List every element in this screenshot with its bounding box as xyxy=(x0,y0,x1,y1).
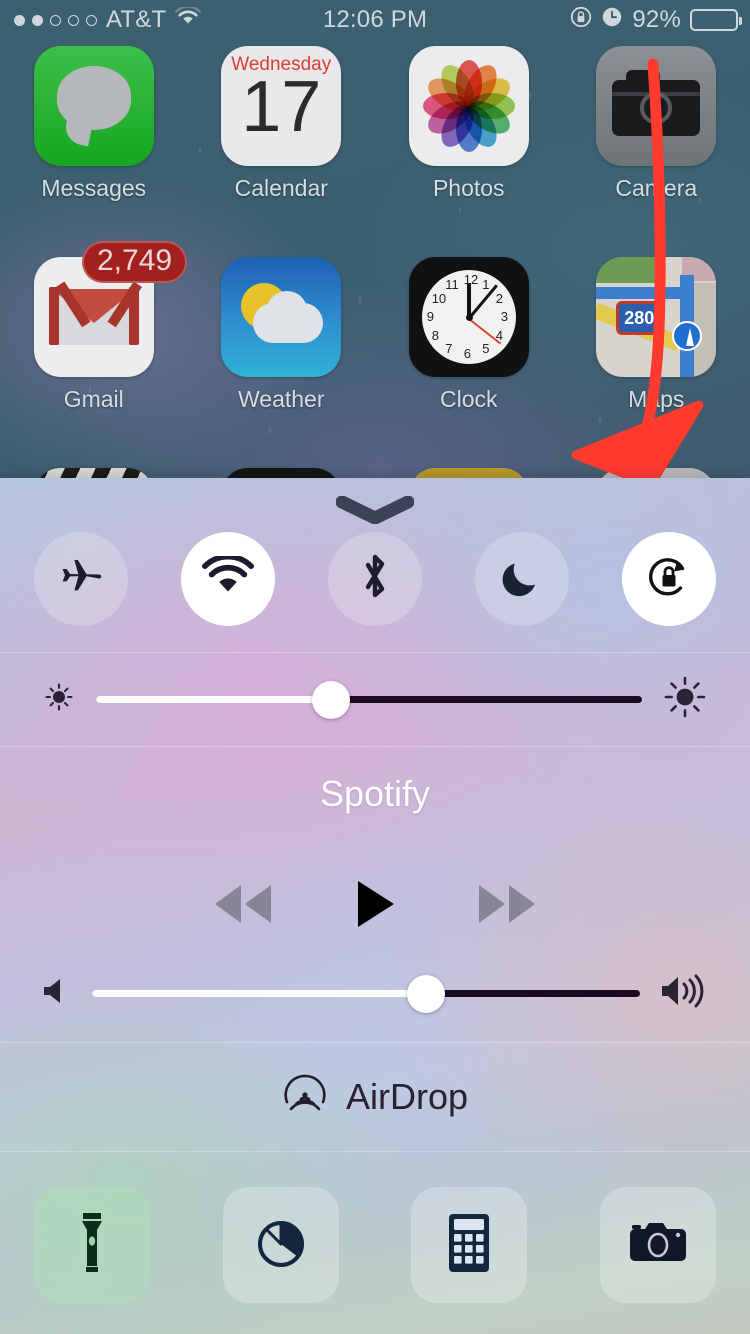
airplane-mode-toggle[interactable] xyxy=(34,532,128,626)
now-playing-title: Spotify xyxy=(319,773,431,814)
maps-icon[interactable]: 280 xyxy=(596,257,717,377)
badge-count: 2,749 xyxy=(82,241,188,283)
calculator-icon xyxy=(447,1212,491,1279)
app-label: Camera xyxy=(615,175,698,201)
wifi-toggle[interactable] xyxy=(181,532,275,626)
app-label: Messages xyxy=(41,175,147,201)
fast-forward-button[interactable] xyxy=(470,881,544,932)
timer-icon xyxy=(253,1215,309,1276)
brightness-high-icon xyxy=(660,672,710,727)
do-not-disturb-toggle[interactable] xyxy=(475,532,569,626)
control-center-panel: Spotify AirDrop xyxy=(0,478,750,1334)
app-row: 2,749 Gmail Weather 1 2 3 4 5 6 7 8 9 10 11 12 Cloc… xyxy=(0,241,750,413)
wifi-icon xyxy=(202,553,254,603)
play-button[interactable] xyxy=(352,878,398,935)
camera-icon xyxy=(627,1217,689,1274)
app-label: Calendar xyxy=(234,175,328,201)
rotation-lock-icon xyxy=(644,552,694,607)
app-calendar[interactable]: Wednesday 17 Calendar xyxy=(188,46,376,202)
moon-icon xyxy=(499,554,545,605)
rewind-button[interactable] xyxy=(206,881,280,932)
photos-icon[interactable] xyxy=(408,46,529,166)
camera-button[interactable] xyxy=(599,1187,716,1303)
airdrop-label: AirDrop xyxy=(345,1076,469,1117)
volume-mute-icon xyxy=(40,974,74,1013)
clock-time: 12:06 PM xyxy=(322,6,428,33)
bluetooth-icon xyxy=(358,551,392,608)
app-photos[interactable]: Photos xyxy=(375,46,563,202)
volume-slider-row xyxy=(0,971,750,1016)
carrier-label: AT&T xyxy=(106,6,167,33)
brightness-low-icon xyxy=(40,678,78,721)
weather-icon[interactable] xyxy=(221,257,342,377)
status-bar: AT&T 12:06 PM 92% xyxy=(0,0,750,40)
signal-strength-dots xyxy=(14,14,97,26)
volume-slider[interactable] xyxy=(92,973,640,1015)
app-label: Photos xyxy=(432,175,505,201)
camera-icon[interactable] xyxy=(596,46,717,166)
airdrop-icon xyxy=(282,1072,328,1123)
app-messages[interactable]: Messages xyxy=(0,46,188,202)
route-shield: 280 xyxy=(616,301,663,335)
bluetooth-toggle[interactable] xyxy=(328,532,422,626)
brightness-slider[interactable] xyxy=(96,679,642,721)
battery-icon xyxy=(690,9,742,31)
messages-icon[interactable] xyxy=(33,46,154,166)
rotation-lock-toggle[interactable] xyxy=(622,532,716,626)
app-label: Clock xyxy=(439,386,498,412)
app-clock[interactable]: 1 2 3 4 5 6 7 8 9 10 11 12 Clock xyxy=(375,257,563,413)
app-label: Gmail xyxy=(63,386,124,412)
wifi-icon xyxy=(175,5,202,34)
calendar-icon[interactable]: Wednesday 17 xyxy=(221,46,342,166)
clock-icon[interactable]: 1 2 3 4 5 6 7 8 9 10 11 12 xyxy=(408,257,529,377)
timer-button[interactable] xyxy=(222,1187,339,1303)
media-transport-controls xyxy=(0,851,750,961)
status-bar-left: AT&T xyxy=(0,5,290,34)
app-camera[interactable]: Camera xyxy=(563,46,750,202)
calendar-day: 17 xyxy=(241,67,322,147)
app-label: Weather xyxy=(237,386,325,412)
alarm-clock-icon xyxy=(601,6,623,35)
flashlight-icon xyxy=(70,1210,114,1281)
airplane-icon xyxy=(58,554,104,605)
flashlight-button[interactable] xyxy=(34,1187,150,1303)
airdrop-row[interactable]: AirDrop xyxy=(0,1043,750,1151)
app-maps[interactable]: 280 Maps xyxy=(563,257,750,413)
app-gmail[interactable]: 2,749 Gmail xyxy=(0,241,188,413)
rotation-lock-icon xyxy=(570,6,592,35)
toggle-row xyxy=(0,478,750,652)
calculator-button[interactable] xyxy=(411,1187,528,1303)
shortcut-row xyxy=(0,1152,750,1334)
brightness-slider-row xyxy=(0,653,750,746)
app-weather[interactable]: Weather xyxy=(188,257,376,413)
status-bar-right: 92% xyxy=(460,6,750,35)
now-playing-section: Spotify xyxy=(0,747,750,1042)
app-label: Maps xyxy=(628,386,685,412)
app-row: Messages Wednesday 17 Calendar Photos Ca… xyxy=(0,46,750,202)
battery-percent: 92% xyxy=(632,6,681,33)
iphone-screen: AT&T 12:06 PM 92% Messages Wednesday 17 … xyxy=(0,0,750,1334)
volume-high-icon xyxy=(658,971,710,1016)
